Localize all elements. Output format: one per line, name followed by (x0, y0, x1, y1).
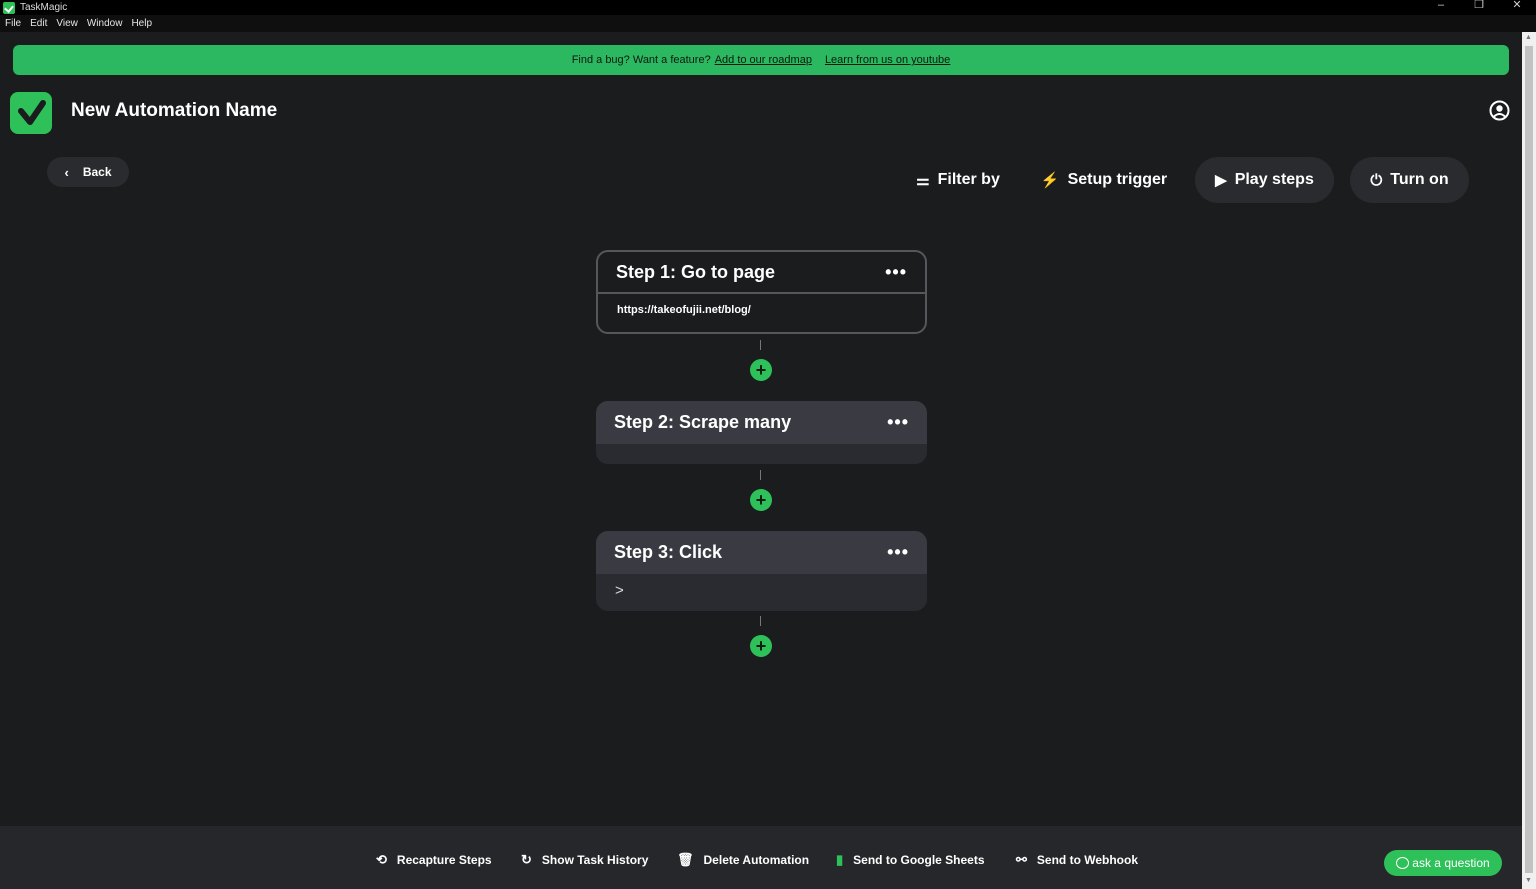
delete-automation-button[interactable]: 🗑 Delete Automation (677, 851, 809, 869)
webhook-icon: ⚯ (1016, 852, 1027, 867)
add-step-button[interactable]: + (750, 489, 772, 511)
step-header: Step 1: Go to page ••• (598, 252, 925, 294)
roadmap-link[interactable]: Add to our roadmap (715, 54, 812, 66)
recapture-steps-button[interactable]: ⟲ Recapture Steps (376, 851, 492, 869)
scrollbar-thumb[interactable] (1525, 46, 1533, 873)
step-header: Step 2: Scrape many ••• (596, 401, 927, 444)
play-steps-button[interactable]: ▶ Play steps (1195, 157, 1334, 203)
step-connector (760, 340, 761, 350)
history-label: Show Task History (541, 853, 649, 867)
step-card-1[interactable]: Step 1: Go to page ••• https://takeofuji… (596, 250, 927, 334)
turn-on-button[interactable]: ⏻ Turn on (1350, 157, 1469, 203)
setup-trigger-button[interactable]: ⚡ Setup trigger (1028, 157, 1180, 203)
history-icon: ↻ (521, 852, 532, 867)
step-selector: > (615, 582, 624, 599)
back-label: Back (82, 165, 112, 179)
menu-bar: File Edit View Window Help (0, 15, 1536, 32)
checkmark-icon (18, 100, 46, 125)
menu-file[interactable]: File (5, 18, 21, 29)
add-step-button[interactable]: + (750, 635, 772, 657)
ask-question-button[interactable]: ask a question (1384, 850, 1502, 876)
vertical-scrollbar[interactable]: ▲ ▼ (1522, 32, 1536, 889)
send-to-webhook-button[interactable]: ⚯ Send to Webhook (1016, 851, 1138, 869)
automation-name[interactable]: New Automation Name (71, 100, 277, 122)
chat-bubble-icon (1396, 857, 1410, 869)
trash-icon: 🗑 (677, 852, 694, 867)
close-window-button[interactable]: ✕ (1498, 0, 1536, 15)
refresh-icon: ⟲ (376, 852, 387, 867)
play-icon: ▶ (1215, 172, 1227, 189)
menu-help[interactable]: Help (131, 18, 152, 29)
minimize-button[interactable]: – (1422, 0, 1460, 15)
window-titlebar: TaskMagic – ❐ ✕ (0, 0, 1536, 15)
play-label: Play steps (1234, 171, 1314, 188)
step-menu-icon[interactable]: ••• (887, 412, 909, 433)
turnon-label: Turn on (1390, 171, 1449, 188)
lightning-icon: ⚡ (1040, 172, 1060, 189)
user-account-icon[interactable] (1489, 100, 1510, 121)
google-sheets-icon: ▮ (836, 852, 844, 867)
menu-view[interactable]: View (56, 18, 78, 29)
webhook-label: Send to Webhook (1036, 853, 1139, 867)
show-task-history-button[interactable]: ↻ Show Task History (521, 851, 648, 869)
trigger-label: Setup trigger (1067, 171, 1168, 188)
step-connector (760, 470, 761, 480)
step-card-3[interactable]: Step 3: Click ••• > (596, 531, 927, 611)
scroll-down-icon[interactable]: ▼ (1525, 877, 1532, 884)
app-logo-icon (3, 1, 15, 14)
back-button[interactable]: ‹ Back (47, 157, 129, 187)
sheets-label: Send to Google Sheets (853, 853, 985, 867)
step-connector (760, 616, 761, 626)
menu-edit[interactable]: Edit (30, 18, 47, 29)
step-card-2[interactable]: Step 2: Scrape many ••• (596, 401, 927, 464)
step-menu-icon[interactable]: ••• (887, 542, 909, 563)
scroll-up-icon[interactable]: ▲ (1525, 34, 1532, 41)
feedback-banner: Find a bug? Want a feature? Add to our r… (13, 45, 1509, 75)
ask-label: ask a question (1412, 856, 1490, 870)
filter-sliders-icon: ⚌ (916, 172, 930, 189)
restore-button[interactable]: ❐ (1460, 0, 1498, 15)
banner-text: Find a bug? Want a feature? (571, 54, 711, 66)
delete-label: Delete Automation (703, 853, 810, 867)
chevron-left-icon: ‹ (64, 164, 69, 180)
step-url: https://takeofujii.net/blog/ (617, 304, 751, 316)
window-title: TaskMagic (20, 2, 68, 13)
recapture-label: Recapture Steps (396, 853, 492, 867)
send-to-google-sheets-button[interactable]: ▮ Send to Google Sheets (836, 851, 985, 869)
taskmagic-logo (10, 92, 52, 134)
filter-label: Filter by (937, 171, 1000, 188)
filter-button[interactable]: ⚌ Filter by (902, 157, 1014, 203)
step-menu-icon[interactable]: ••• (885, 262, 907, 283)
step-title: Step 2: Scrape many (614, 412, 792, 432)
youtube-link[interactable]: Learn from us on youtube (825, 54, 950, 66)
step-header: Step 3: Click ••• (596, 531, 927, 574)
add-step-button[interactable]: + (750, 359, 772, 381)
plug-icon: ⏻ (1370, 171, 1383, 189)
window-controls: – ❐ ✕ (1422, 0, 1536, 15)
step-title: Step 3: Click (614, 542, 723, 562)
menu-window[interactable]: Window (87, 18, 123, 29)
step-title: Step 1: Go to page (616, 261, 776, 282)
